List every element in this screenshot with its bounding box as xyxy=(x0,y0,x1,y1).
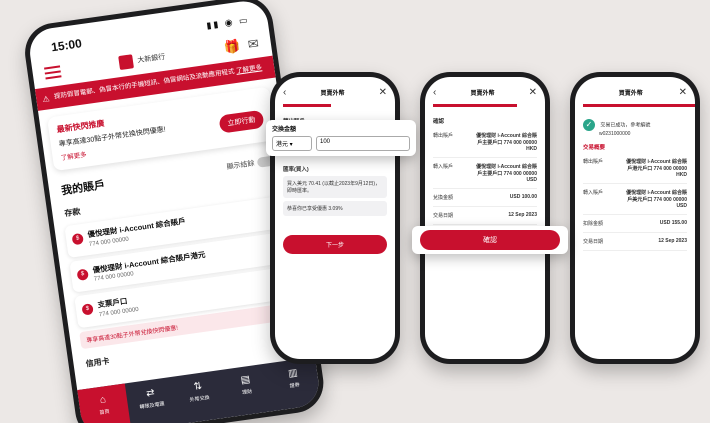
tab-label: 證券 xyxy=(289,382,301,390)
back-icon[interactable]: ‹ xyxy=(283,87,286,98)
row-key: 轉入賬戶 xyxy=(583,190,604,196)
accounts-title: 我的賬戶 xyxy=(60,179,106,198)
confirm-panel: 確認 xyxy=(412,226,568,254)
success-message: ✓ 交易已成功，參考編號 w0231000000 xyxy=(583,119,687,137)
success-text: 交易已成功，參考編號 xyxy=(600,122,651,129)
detail-row: 轉入賬戶 優悅理財 i-Account 綜合賬戶美元戶口 774 000 0000… xyxy=(583,184,687,215)
section-label: 交易概要 xyxy=(583,145,606,151)
row-value: 優悅理財 i-Account 綜合賬戶主要戶口 774 000 00000 HK… xyxy=(476,133,537,152)
success-screen: 買賣外幣 ✕ ✓ 交易已成功，參考編號 w0231000000 交易概要 轉出賬… xyxy=(575,77,695,359)
mail-icon[interactable]: ✉ xyxy=(247,36,260,53)
tab-securities[interactable]: ▥ 證券 xyxy=(267,357,321,411)
screen-title: 買賣外幣 xyxy=(618,91,643,97)
nav-bar: ‹ 買賣外幣 ✕ xyxy=(275,77,395,102)
amount-label: 交換金額 xyxy=(272,127,297,133)
tab-label: 外幣兌換 xyxy=(189,394,211,404)
close-icon[interactable]: ✕ xyxy=(379,87,387,98)
amount-input[interactable]: 100 xyxy=(316,136,410,151)
tab-wealth[interactable]: ▤ 理財 xyxy=(220,363,274,417)
nav-bar: 買賣外幣 ✕ xyxy=(575,77,695,102)
row-value: 12 Sep 2023 xyxy=(658,238,687,244)
menu-icon[interactable] xyxy=(44,65,62,80)
confirm-phone: ‹ 買賣外幣 ✕ 確認 轉出賬戶優悅理財 i-Account 綜合賬戶主要戶口 … xyxy=(420,72,550,364)
row-value: 優悅理財 i-Account 綜合賬戶港元戶口 774 000 00000 HK… xyxy=(626,159,687,178)
row-value: 優悅理財 i-Account 綜合賬戶美元戶口 774 000 00000 US… xyxy=(626,190,687,209)
detail-row: 交易日期 12 Sep 2023 xyxy=(433,207,537,225)
rate-label: 匯率(買入) xyxy=(283,167,309,173)
row-key: 轉出賬戶 xyxy=(433,133,454,139)
status-time: 15:00 xyxy=(50,36,83,55)
detail-row: 兌換金額 USD 100.00 xyxy=(433,189,537,207)
row-key: 兌換金額 xyxy=(433,195,454,201)
promo-note: 恭喜你已享受優惠 3.09% xyxy=(283,201,387,216)
row-value: 12 Sep 2023 xyxy=(508,212,537,218)
row-key: 轉出賬戶 xyxy=(583,159,604,165)
currency-select[interactable]: 港元 ▾ xyxy=(272,136,312,151)
tab-label: 首頁 xyxy=(99,408,110,417)
screen-title: 買賣外幣 xyxy=(470,91,495,97)
detail-row: 交易日期 12 Sep 2023 xyxy=(583,233,687,251)
confirm-button[interactable]: 確認 xyxy=(420,230,560,250)
confirm-body: 確認 轉出賬戶優悅理財 i-Account 綜合賬戶主要戶口 774 000 0… xyxy=(425,107,545,231)
close-icon[interactable]: ✕ xyxy=(679,87,687,98)
account-icon: $ xyxy=(76,268,89,281)
row-value: USD 100.00 xyxy=(509,194,537,200)
status-icons: ▮▮ ◉ ▭ xyxy=(205,14,250,31)
detail-row: 轉出賬戶 優悅理財 i-Account 綜合賬戶港元戶口 774 000 0000… xyxy=(583,153,687,184)
nav-bar: ‹ 買賣外幣 ✕ xyxy=(425,77,545,102)
amount-fields: 港元 ▾ 100 xyxy=(272,136,410,151)
check-icon: ✓ xyxy=(583,119,595,131)
row-key: 交易日期 xyxy=(433,213,454,219)
row-key: 交易日期 xyxy=(583,239,604,245)
account-icon: $ xyxy=(81,303,94,316)
wealth-icon: ▤ xyxy=(240,374,251,387)
row-key: 轉入賬戶 xyxy=(433,164,454,170)
row-value: 優悅理財 i-Account 綜合賬戶主要戶口 774 000 00000 US… xyxy=(476,164,537,183)
screen-title: 買賣外幣 xyxy=(320,91,345,97)
rate-note: 買入美元 70.41 (以截止2023年9月12日)，即時匯率。 xyxy=(283,176,387,198)
tab-label: 理財 xyxy=(241,388,253,397)
logo-mark xyxy=(118,54,135,70)
currency-value: 港元 xyxy=(276,142,289,148)
bank-logo: 大新銀行 xyxy=(118,50,167,70)
success-body: ✓ 交易已成功，參考編號 w0231000000 交易概要 轉出賬戶優悅理財 i… xyxy=(575,107,695,257)
detail-row: 轉入賬戶 優悅理財 i-Account 綜合賬戶主要戶口 774 000 0000… xyxy=(433,158,537,189)
success-phone: 買賣外幣 ✕ ✓ 交易已成功，參考編號 w0231000000 交易概要 轉出賬… xyxy=(570,72,700,364)
logo-text: 大新銀行 xyxy=(136,53,166,65)
tab-label: 轉賬及電匯 xyxy=(139,401,165,411)
gift-icon[interactable]: 🎁 xyxy=(223,38,241,56)
detail-row: 扣除金額 USD 155.00 xyxy=(583,215,687,233)
close-icon[interactable]: ✕ xyxy=(529,87,537,98)
back-icon[interactable]: ‹ xyxy=(433,87,436,98)
confirm-screen: ‹ 買賣外幣 ✕ 確認 轉出賬戶優悅理財 i-Account 綜合賬戶主要戶口 … xyxy=(425,77,545,359)
tab-home[interactable]: ⌂ 首頁 xyxy=(77,383,132,423)
section-label: 確認 xyxy=(433,119,445,125)
row-key: 扣除金額 xyxy=(583,221,604,227)
show-balance-toggle[interactable]: 顯示結餘 xyxy=(226,155,276,172)
tab-fx[interactable]: ⇅ 外幣兌換 xyxy=(172,370,226,423)
reference-number: w0231000000 xyxy=(599,131,631,137)
row-value: USD 155.00 xyxy=(659,220,687,226)
next-button[interactable]: 下一步 xyxy=(283,235,387,254)
chart-icon: ▥ xyxy=(287,367,299,380)
exchange-icon: ⇅ xyxy=(193,380,203,393)
exchange-amount-panel: 交換金額 港元 ▾ 100 xyxy=(266,120,416,156)
transfer-icon: ⇄ xyxy=(145,387,156,400)
notice-more-link[interactable]: 了解更多 xyxy=(236,64,263,75)
show-balance-label: 顯示結餘 xyxy=(226,159,255,171)
account-icon: $ xyxy=(71,232,84,246)
tab-transfer[interactable]: ⇄ 轉賬及電匯 xyxy=(125,377,179,423)
header-icons: 🎁 ✉ xyxy=(223,36,260,57)
home-icon: ⌂ xyxy=(99,394,107,407)
exchange-phone: ‹ 買賣外幣 ✕ 轉出賬戶 匯率(買入) 買入美元 70.41 (以截止2023… xyxy=(270,72,400,364)
detail-row: 轉出賬戶 優悅理財 i-Account 綜合賬戶主要戶口 774 000 0000… xyxy=(433,127,537,158)
